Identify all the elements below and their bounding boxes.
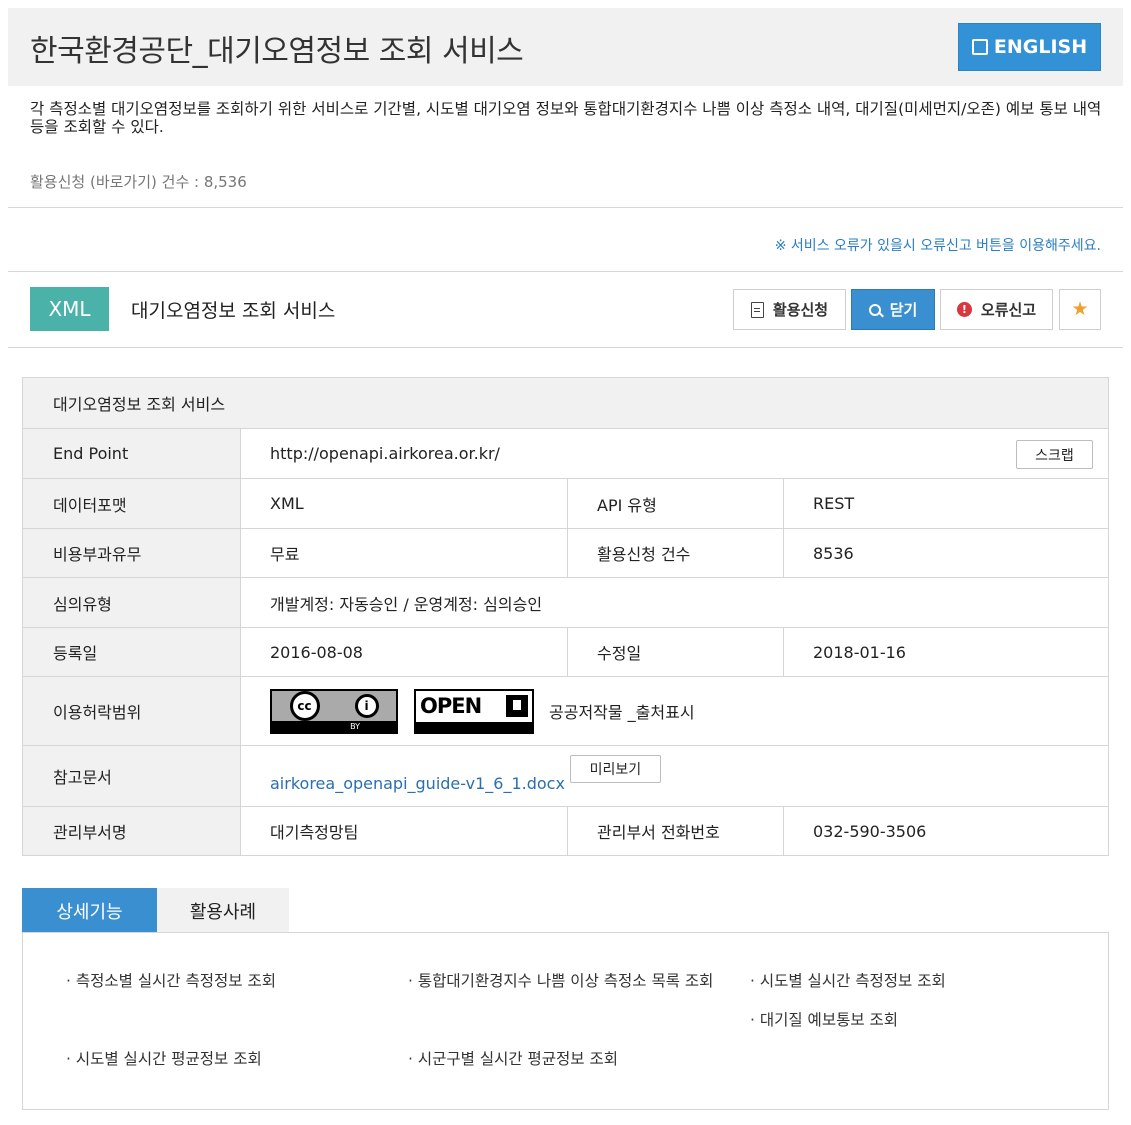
row-license: 이용허락범위 cc i BY OPEN 공공저작물 _출처표시 xyxy=(23,677,1108,746)
english-button[interactable]: ENGLISH xyxy=(958,23,1101,71)
reg-date-label: 등록일 xyxy=(23,628,241,676)
api-type-label: API 유형 xyxy=(567,479,784,528)
data-format-value: XML xyxy=(270,494,304,513)
review-type-value: 개발계정: 자동승인 / 운영계정: 심의승인 xyxy=(270,594,543,614)
fee-label: 비용부과유무 xyxy=(23,529,241,577)
reg-date-value: 2016-08-08 xyxy=(270,642,363,662)
function-item[interactable]: · 측정소별 실시간 측정정보 조회 xyxy=(66,970,366,993)
service-name: 대기오염정보 조회 서비스 xyxy=(131,300,336,322)
info-table: 대기오염정보 조회 서비스 End Point http://openapi.a… xyxy=(22,377,1109,856)
page-title: 한국환경공단_대기오염정보 조회 서비스 xyxy=(30,34,524,69)
row-review: 심의유형 개발계정: 자동승인 / 운영계정: 심의승인 xyxy=(23,578,1108,628)
reference-value: airkorea_openapi_guide-v1_6_1.docx 미리보기 xyxy=(241,746,1108,806)
search-icon xyxy=(868,303,881,316)
endpoint-value: http://openapi.airkorea.or.kr/ xyxy=(270,444,500,463)
error-notice: ※ 서비스 오류가 있을시 오류신고 버튼을 이용해주세요. xyxy=(774,238,1101,254)
apply-count-label: 활용신청 건수 xyxy=(567,529,784,577)
scrap-button[interactable]: 스크랩 xyxy=(1016,440,1093,469)
title-bar: 한국환경공단_대기오염정보 조회 서비스 ENGLISH xyxy=(8,8,1123,86)
apply-button-label: 활용신청 xyxy=(772,301,829,319)
row-fee: 비용부과유무 무료 활용신청 건수 8536 xyxy=(23,529,1108,578)
favorite-button[interactable]: ★ xyxy=(1059,289,1101,330)
format-badge: XML xyxy=(30,287,109,331)
apply-button[interactable]: 활용신청 xyxy=(733,289,846,330)
book-icon xyxy=(971,39,988,55)
divider xyxy=(8,347,1123,348)
report-error-button[interactable]: ! 오류신고 xyxy=(940,289,1053,330)
divider xyxy=(8,271,1123,272)
detail-functions-panel: · 측정소별 실시간 측정정보 조회 · 통합대기환경지수 나쁨 이상 측정소 … xyxy=(22,932,1109,1110)
function-item[interactable]: · 대기질 예보통보 조회 xyxy=(750,1009,1070,1032)
row-department: 관리부서명 대기측정망팀 관리부서 전화번호 032-590-3506 xyxy=(23,807,1108,855)
preview-button[interactable]: 미리보기 xyxy=(569,755,661,783)
cc-by-license-icon: cc i BY xyxy=(270,688,398,734)
function-item[interactable]: · 통합대기환경지수 나쁨 이상 측정소 목록 조회 xyxy=(408,970,728,993)
attribution-icon: i xyxy=(354,693,379,718)
department-value: 대기측정망팀 xyxy=(270,823,359,842)
review-type-label: 심의유형 xyxy=(23,578,241,627)
fee-value: 무료 xyxy=(270,545,300,564)
function-item[interactable]: · 시군구별 실시간 평균정보 조회 xyxy=(408,1048,728,1071)
license-value: cc i BY OPEN 공공저작물 _출처표시 xyxy=(241,677,1108,745)
data-format-label: 데이터포맷 xyxy=(23,479,241,528)
warning-icon: ! xyxy=(956,302,972,317)
close-button[interactable]: 닫기 xyxy=(851,289,935,330)
mod-date-value: 2018-01-16 xyxy=(813,642,906,662)
divider xyxy=(8,207,1123,208)
phone-label: 관리부서 전화번호 xyxy=(567,807,784,855)
open-license-icon: OPEN xyxy=(414,688,534,734)
reference-label: 참고문서 xyxy=(23,746,241,806)
function-item[interactable]: · 시도별 실시간 평균정보 조회 xyxy=(66,1048,366,1071)
cc-icon: cc xyxy=(289,690,320,721)
phone-value: 032-590-3506 xyxy=(813,821,927,841)
endpoint-label: End Point xyxy=(23,429,241,478)
apply-count-value: 8536 xyxy=(813,543,854,563)
department-label: 관리부서명 xyxy=(23,807,241,855)
api-type-value: REST xyxy=(813,494,855,513)
document-icon xyxy=(750,301,764,318)
cc-by-text: BY xyxy=(272,720,396,732)
function-item[interactable]: · 시도별 실시간 측정정보 조회 xyxy=(750,970,1070,993)
close-button-label: 닫기 xyxy=(889,301,918,319)
reference-doc-link[interactable]: airkorea_openapi_guide-v1_6_1.docx xyxy=(270,760,565,793)
report-button-label: 오류신고 xyxy=(980,301,1037,319)
open-text: OPEN xyxy=(420,694,482,718)
mod-date-label: 수정일 xyxy=(567,628,784,676)
english-button-label: ENGLISH xyxy=(993,36,1088,58)
tab-use-cases[interactable]: 활용사례 xyxy=(157,888,289,933)
tab-detail-functions[interactable]: 상세기능 xyxy=(22,888,157,933)
tab-bar: 상세기능 활용사례 xyxy=(22,888,289,933)
open-type-icon xyxy=(506,695,528,717)
license-label: 이용허락범위 xyxy=(23,677,241,745)
row-format: 데이터포맷 XML API 유형 REST xyxy=(23,479,1108,529)
service-description: 각 측정소별 대기오염정보를 조회하기 위한 서비스로 기간별, 시도별 대기오… xyxy=(30,100,1102,136)
row-reference: 참고문서 airkorea_openapi_guide-v1_6_1.docx … xyxy=(23,746,1108,807)
row-dates: 등록일 2016-08-08 수정일 2018-01-16 xyxy=(23,628,1108,677)
license-text: 공공저작물 _출처표시 xyxy=(549,703,695,722)
info-table-header: 대기오염정보 조회 서비스 xyxy=(23,378,1108,429)
star-icon: ★ xyxy=(1071,298,1089,320)
apply-count-text[interactable]: 활용신청 (바로가기) 건수 : 8,536 xyxy=(30,171,247,192)
row-endpoint: End Point http://openapi.airkorea.or.kr/… xyxy=(23,429,1108,479)
